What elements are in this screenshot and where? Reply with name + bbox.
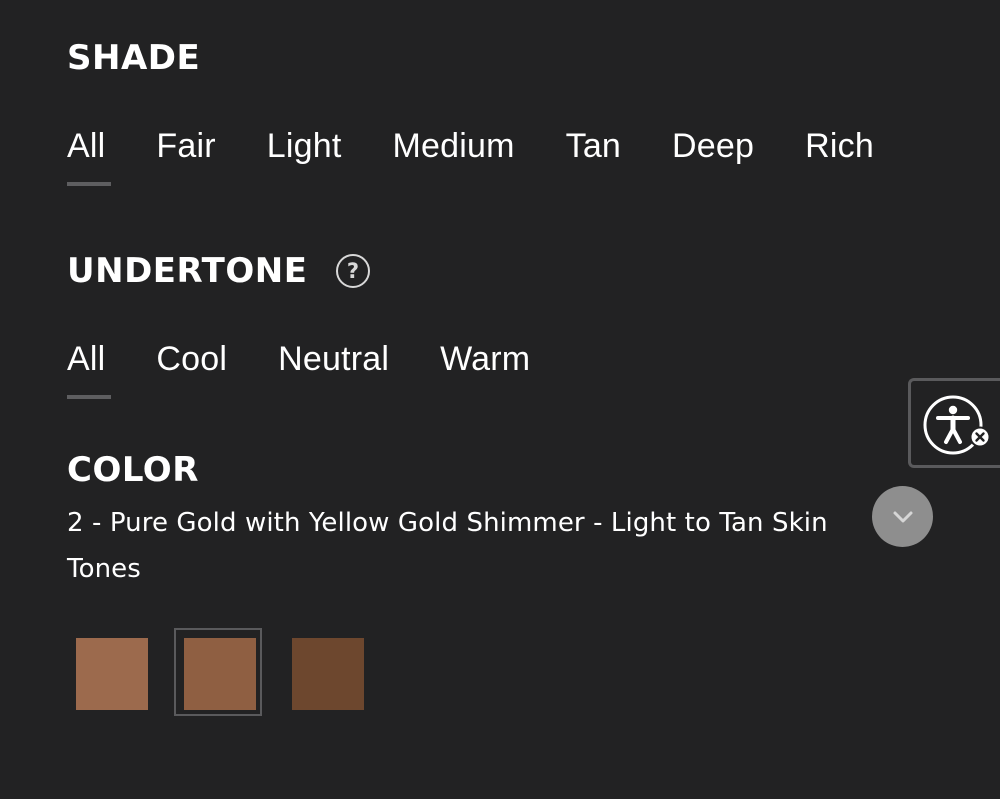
undertone-filter-warm[interactable]: Warm (440, 337, 530, 381)
undertone-filter-cool[interactable]: Cool (156, 337, 227, 381)
shade-filter-medium[interactable]: Medium (392, 124, 514, 168)
chevron-down-icon (893, 511, 912, 522)
shade-filter-tabs: All Fair Light Medium Tan Deep Rich (67, 124, 925, 186)
color-heading: COLOR (67, 450, 199, 490)
accessibility-widget-button[interactable] (908, 378, 1000, 468)
shade-filter-light[interactable]: Light (267, 124, 342, 168)
color-swatch-2[interactable] (174, 628, 262, 716)
shade-filter-all[interactable]: All (67, 124, 112, 186)
help-icon[interactable]: ? (336, 254, 370, 288)
close-icon[interactable] (969, 426, 991, 448)
swatch-fill (184, 638, 256, 710)
undertone-filter-tabs: All Cool Neutral Warm (67, 337, 581, 399)
undertone-heading: UNDERTONE (67, 251, 308, 291)
swatch-fill (76, 638, 148, 710)
color-dropdown-button[interactable] (872, 486, 933, 547)
undertone-filter-neutral[interactable]: Neutral (278, 337, 389, 381)
undertone-filter-all[interactable]: All (67, 337, 112, 399)
shade-filter-rich[interactable]: Rich (805, 124, 874, 168)
shade-filter-deep[interactable]: Deep (672, 124, 754, 168)
shade-filter-fair[interactable]: Fair (156, 124, 215, 168)
color-swatch-3[interactable] (292, 638, 364, 710)
shade-filter-tan[interactable]: Tan (566, 124, 621, 168)
swatch-fill (292, 638, 364, 710)
color-swatch-1[interactable] (76, 638, 148, 710)
shade-heading: SHADE (67, 38, 201, 78)
selected-color-name: 2 - Pure Gold with Yellow Gold Shimmer -… (67, 508, 828, 584)
color-swatches (76, 628, 400, 716)
